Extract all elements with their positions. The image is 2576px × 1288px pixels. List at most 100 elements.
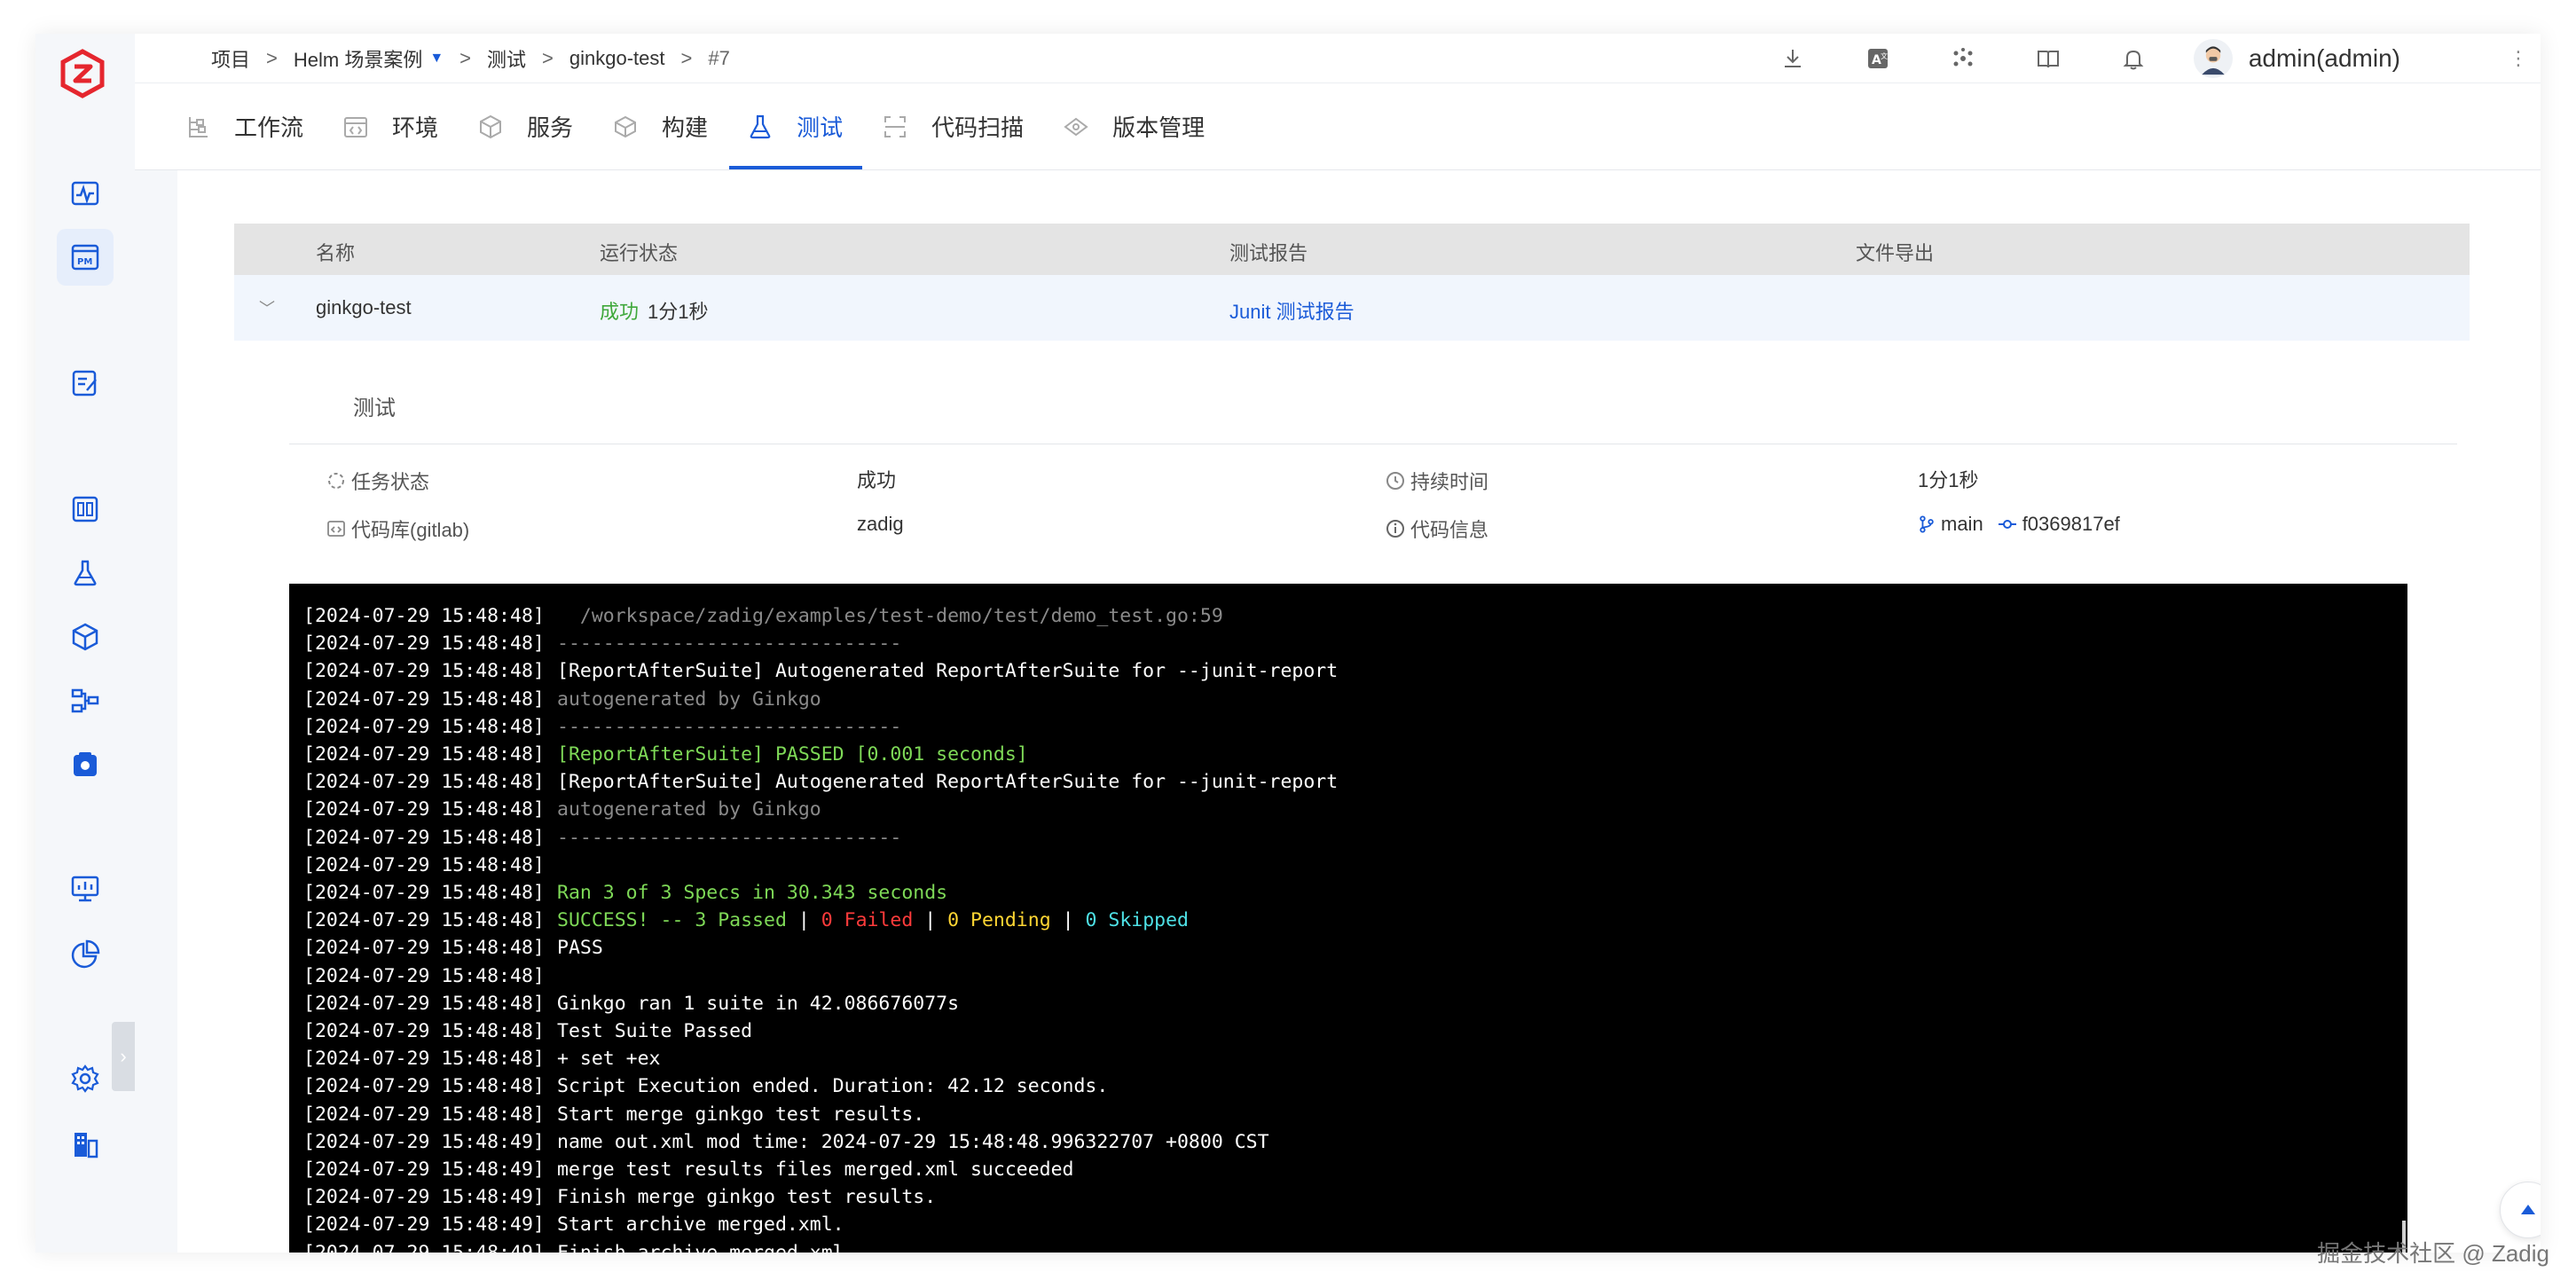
sidebar-project-icon[interactable]: PM	[57, 229, 114, 286]
chevron-down-icon[interactable]: ﹀	[259, 296, 275, 319]
log-text: Ginkgo ran 1 suite in 42.086676077s	[557, 992, 960, 1015]
log-line: [2024-07-29 15:48:48] Ginkgo ran 1 suite …	[303, 993, 959, 1018]
sidebar-insight-icon[interactable]	[57, 860, 114, 917]
junit-report-link[interactable]: Junit 测试报告	[1229, 296, 1355, 325]
sidebar-build-icon[interactable]	[57, 481, 114, 538]
service-icon	[480, 114, 502, 138]
sidebar-delivery-icon[interactable]	[57, 609, 114, 665]
tab-test[interactable]: 测试	[729, 83, 863, 169]
row-name: ginkgo-test	[316, 296, 412, 318]
bell-icon[interactable]	[2091, 34, 2176, 83]
log-line: [2024-07-29 15:48:48] SUCCESS! -- 3 Passe…	[303, 909, 1189, 935]
breadcrumb-projects[interactable]: 项目	[211, 44, 250, 73]
repo-value: zadig	[857, 513, 904, 535]
sidebar-artifact-icon[interactable]	[57, 736, 114, 793]
log-text: merge test results files merged.xml succ…	[557, 1158, 1074, 1181]
avatar	[2193, 39, 2233, 78]
zadig-logo[interactable]	[57, 48, 108, 99]
log-text: 0 Failed	[821, 909, 914, 932]
log-text: Finish merge ginkgo test results.	[557, 1186, 937, 1209]
col-report: 测试报告	[1229, 242, 1308, 264]
more-icon[interactable]: ⋮	[2509, 47, 2528, 70]
flask-icon	[750, 114, 771, 138]
log-text: Start merge ginkgo test results.	[557, 1103, 925, 1126]
tab-label: 测试	[797, 114, 844, 141]
build-icon	[615, 115, 637, 137]
sidebar-settings-icon[interactable]	[57, 1050, 114, 1107]
log-text: [ReportAfterSuite] Autogenerated ReportA…	[557, 660, 1339, 683]
tab-label: 构建	[662, 114, 709, 141]
tab-service[interactable]: 服务	[477, 83, 593, 169]
log-timestamp: [2024-07-29 15:48:48]	[303, 771, 545, 794]
breadcrumb-test-name[interactable]: ginkgo-test	[569, 47, 665, 70]
log-timestamp: [2024-07-29 15:48:49]	[303, 1130, 545, 1153]
log-line: [2024-07-29 15:48:49] merge test results …	[303, 1158, 1073, 1184]
user-menu[interactable]: admin(admin)	[2193, 39, 2400, 78]
sidebar-test-icon[interactable]	[57, 545, 114, 601]
sidebar-plan-icon[interactable]	[57, 355, 114, 412]
log-timestamp: [2024-07-29 15:48:48]	[303, 798, 545, 821]
breadcrumb-separator: >	[266, 46, 278, 69]
main-content: 名称 运行状态 测试报告 文件导出 ﹀ ginkgo-test 成功 1分1秒 …	[177, 170, 2541, 1253]
log-timestamp: [2024-07-29 15:48:49]	[303, 1158, 545, 1181]
clock-icon	[1386, 472, 1404, 490]
log-timestamp: [2024-07-29 15:48:48]	[303, 743, 545, 766]
log-console[interactable]: [2024-07-29 15:48:48] /workspace/zadig/e…	[289, 584, 2407, 1253]
log-timestamp: [2024-07-29 15:48:48]	[303, 632, 545, 656]
sidebar-dashboard-icon[interactable]	[57, 165, 114, 222]
tab-build[interactable]: 构建	[612, 83, 727, 169]
plugin-icon[interactable]	[1920, 34, 2006, 83]
commit-link[interactable]: f0369817ef	[2022, 513, 2120, 536]
log-text: ------------------------------	[557, 632, 902, 656]
log-text: SUCCESS! -- 3 Passed	[557, 909, 787, 932]
log-line: [2024-07-29 15:48:48] PASS	[303, 937, 603, 962]
sidebar-enterprise-icon[interactable]	[57, 1116, 114, 1173]
table-row[interactable]: ﹀ ginkgo-test 成功 1分1秒 Junit 测试报告	[234, 275, 2470, 341]
log-text: |	[1050, 909, 1086, 932]
status-badge: 成功	[600, 301, 640, 323]
arrow-up-icon	[2521, 1205, 2535, 1214]
username: admin(admin)	[2248, 44, 2400, 72]
log-timestamp: [2024-07-29 15:48:48]	[303, 853, 545, 876]
log-text: 0 Pending	[947, 909, 1051, 932]
table-header: 名称 运行状态 测试报告 文件导出	[234, 224, 2470, 275]
log-timestamp: [2024-07-29 15:48:49]	[303, 1213, 545, 1237]
sidebar-pipeline-icon[interactable]	[57, 672, 114, 729]
sidebar-statistics-icon[interactable]	[57, 926, 114, 983]
breadcrumb-project[interactable]: Helm 场景案例	[294, 44, 422, 73]
module-tabs: 工作流 环境 服务 构建 测试 代码扫描 版本管理	[135, 83, 2541, 170]
breadcrumb-test[interactable]: 测试	[487, 44, 526, 73]
tab-label: 工作流	[234, 114, 304, 141]
log-timestamp: [2024-07-29 15:48:48]	[303, 687, 545, 711]
log-line: [2024-07-29 15:48:48] -------------------…	[303, 827, 901, 852]
breadcrumb-separator: >	[459, 46, 472, 69]
log-timestamp: [2024-07-29 15:48:48]	[303, 992, 545, 1015]
log-text: 0 Skipped	[1085, 909, 1189, 932]
tab-label: 服务	[527, 114, 574, 141]
branch-icon	[1920, 515, 1934, 533]
log-text: [ReportAfterSuite] PASSED [0.001 seconds…	[557, 743, 1028, 766]
tab-version[interactable]: 版本管理	[1063, 83, 1224, 169]
sidebar-collapse-toggle[interactable]: ›	[112, 1022, 135, 1091]
caret-down-icon[interactable]: ▼	[429, 51, 444, 67]
log-timestamp: [2024-07-29 15:48:48]	[303, 937, 545, 960]
svg-text:PM: PM	[77, 257, 92, 267]
duration-label: 持续时间	[1386, 467, 1488, 495]
repo-label: 代码库(gitlab)	[326, 514, 469, 543]
app-window: PM › 项目 > Helm 场景案例 ▼ > 测试 > ginkgo-test…	[35, 34, 2541, 1253]
log-timestamp: [2024-07-29 15:48:48]	[303, 964, 545, 987]
tab-workflow[interactable]: 工作流	[185, 83, 323, 169]
docs-icon[interactable]	[2006, 34, 2091, 83]
log-line: [2024-07-29 15:48:49] Start archive merge…	[303, 1213, 844, 1239]
scan-icon	[884, 115, 907, 137]
tab-code-scan[interactable]: 代码扫描	[882, 83, 1043, 169]
translate-icon[interactable]: A文	[1835, 34, 1920, 83]
log-line: [2024-07-29 15:48:48] [ReportAfterSuite] …	[303, 743, 1028, 769]
branch-link[interactable]: main	[1941, 513, 1983, 536]
download-icon[interactable]	[1750, 34, 1835, 83]
tab-environment[interactable]: 环境	[342, 83, 458, 169]
log-text: name out.xml mod time: 2024-07-29 15:48:…	[557, 1130, 1269, 1153]
log-timestamp: [2024-07-29 15:48:49]	[303, 1186, 545, 1209]
log-text: ------------------------------	[557, 715, 902, 738]
header-actions: A文 admin(admin) ⋮	[1750, 34, 2541, 83]
